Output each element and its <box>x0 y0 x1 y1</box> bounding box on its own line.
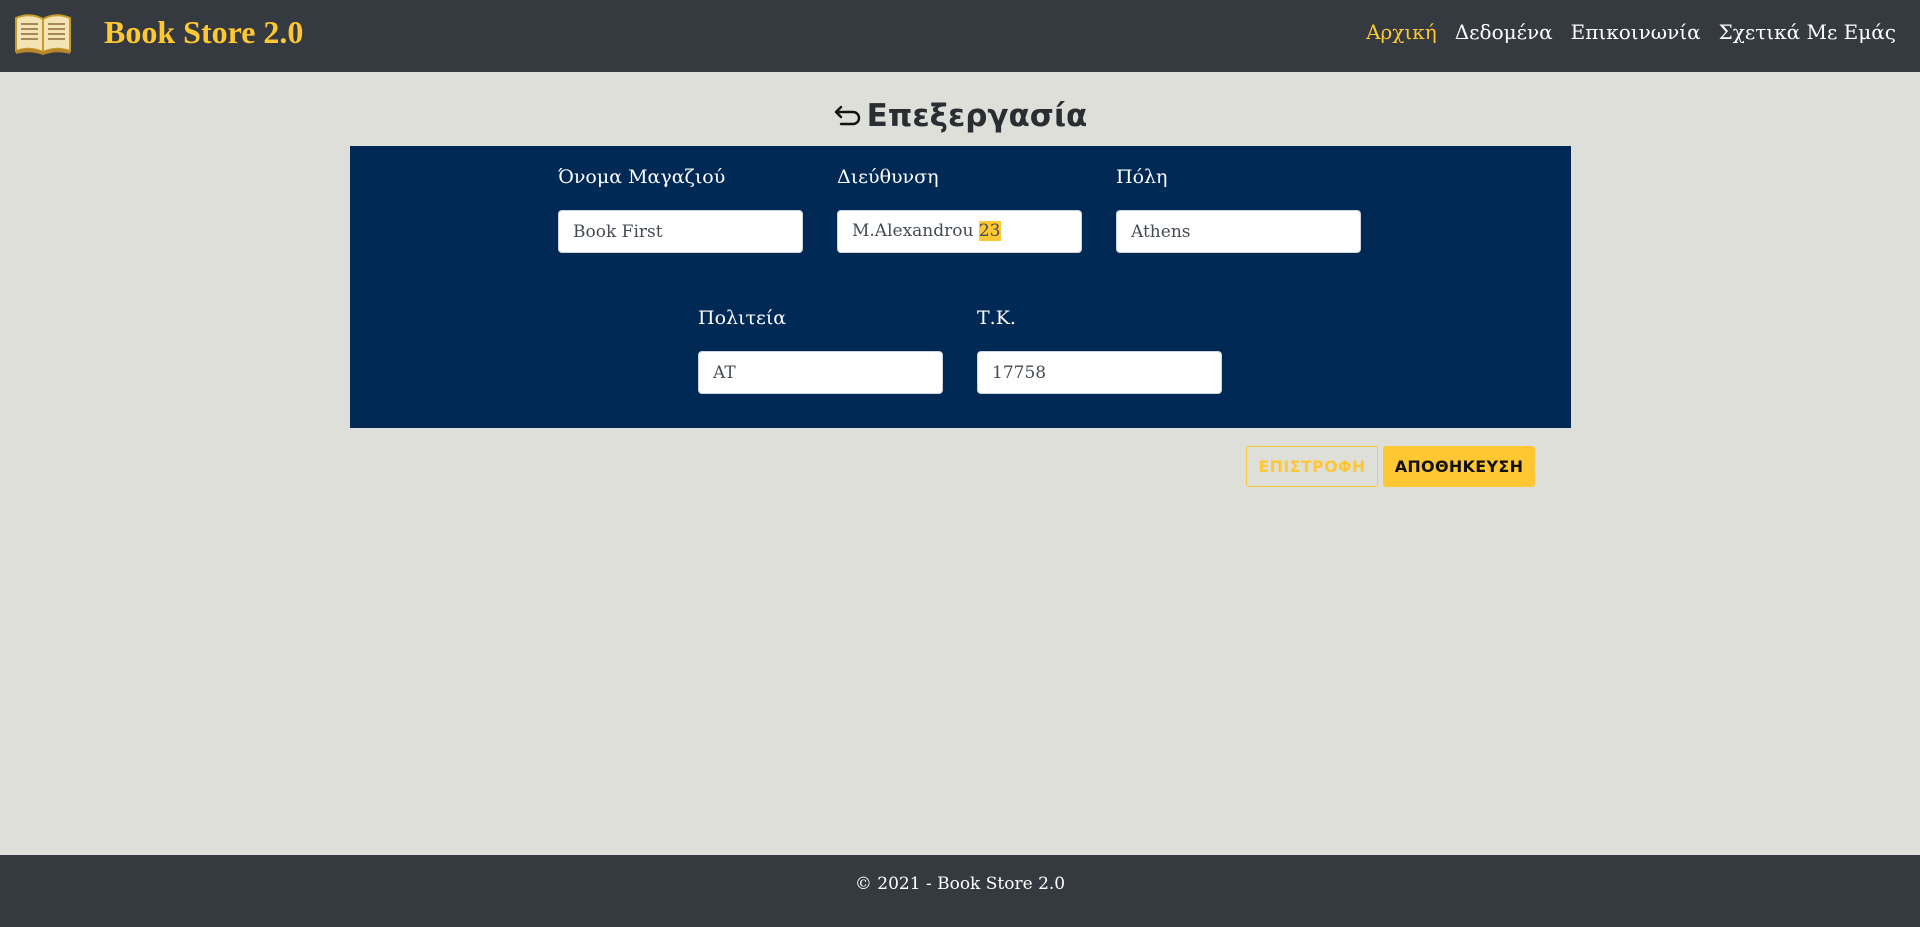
footer: © 2021 - Book Store 2.0 <box>0 855 1920 927</box>
nav-item-about[interactable]: Σχετικά Με Εμάς <box>1719 20 1896 44</box>
page-title-row: Επεξεργασία <box>0 98 1920 134</box>
city-label: Πόλη <box>1116 166 1168 188</box>
city-field: Πόλη <box>1116 166 1361 253</box>
store-name-label: Όνομα Μαγαζιού <box>558 166 726 188</box>
nav-item-home[interactable]: Αρχική <box>1366 20 1437 44</box>
brand-title[interactable]: Book Store 2.0 <box>104 14 303 51</box>
state-input[interactable] <box>698 351 943 394</box>
state-label: Πολιτεία <box>698 307 787 329</box>
address-value: M.Alexandrou <box>852 221 979 241</box>
address-input[interactable]: M.Alexandrou 23 <box>837 210 1082 253</box>
address-label: Διεύθυνση <box>837 166 939 188</box>
nav-item-contact[interactable]: Επικοινωνία <box>1571 20 1701 44</box>
store-name-input[interactable] <box>558 210 803 253</box>
page-title: Επεξεργασία <box>866 98 1088 134</box>
top-navbar: Book Store 2.0 Αρχική Δεδομένα Επικοινων… <box>0 0 1920 72</box>
open-book-icon[interactable] <box>14 10 72 56</box>
state-field: Πολιτεία <box>698 307 943 394</box>
address-value-highlight: 23 <box>978 221 1001 241</box>
edit-form-panel: Όνομα Μαγαζιού Διεύθυνση M.Alexandrou 23… <box>350 146 1571 428</box>
save-button[interactable]: ΑΠΟΘΗΚΕΥΣΗ <box>1383 446 1535 487</box>
footer-copyright: © 2021 - Book Store 2.0 <box>854 874 1066 894</box>
zip-input[interactable] <box>977 351 1222 394</box>
store-name-field: Όνομα Μαγαζιού <box>558 166 803 253</box>
nav-item-data[interactable]: Δεδομένα <box>1455 20 1553 44</box>
return-arrow-icon[interactable] <box>833 99 863 129</box>
main-nav: Αρχική Δεδομένα Επικοινωνία Σχετικά Με Ε… <box>1366 20 1896 44</box>
zip-label: Τ.Κ. <box>977 307 1016 329</box>
city-input[interactable] <box>1116 210 1361 253</box>
zip-field: Τ.Κ. <box>977 307 1222 394</box>
address-field: Διεύθυνση M.Alexandrou 23 <box>837 166 1082 253</box>
back-button[interactable]: ΕΠΙΣΤΡΟΦΗ <box>1246 446 1378 487</box>
